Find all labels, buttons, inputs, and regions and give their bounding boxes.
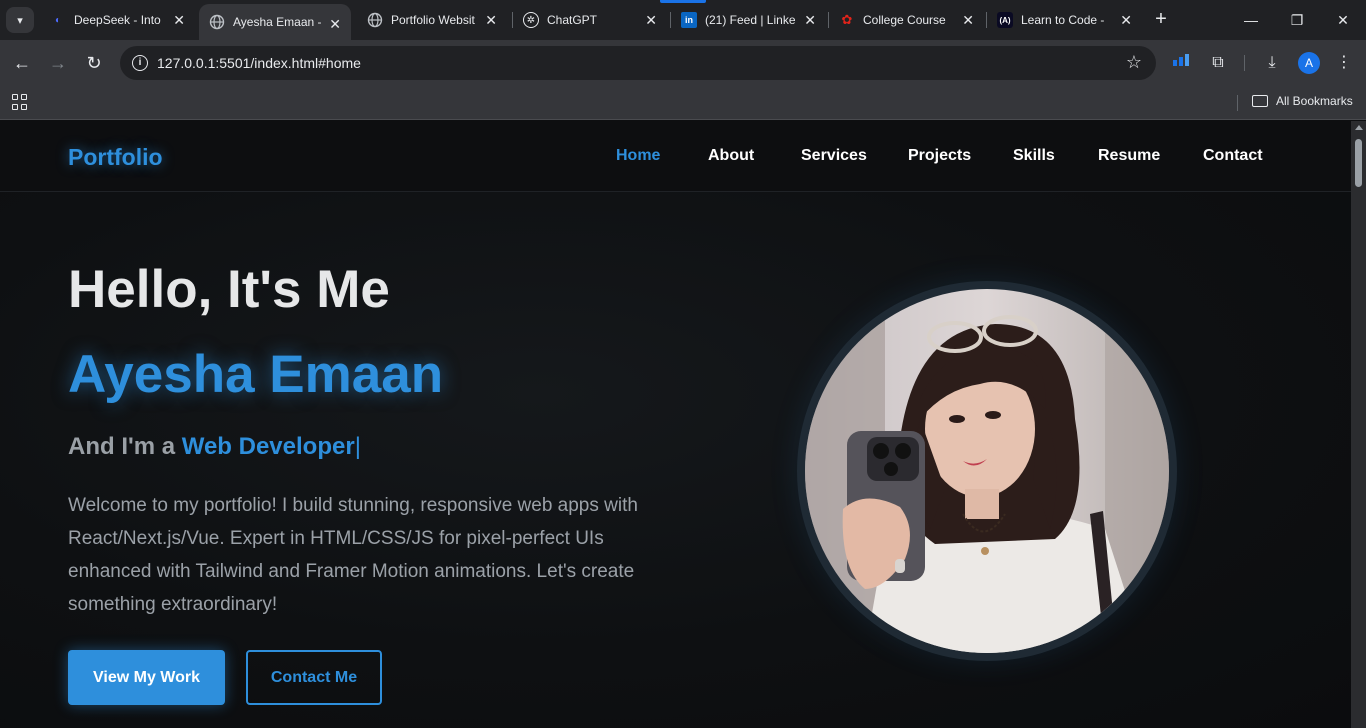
toolbar-divider — [1244, 55, 1245, 71]
close-window-icon[interactable]: ✕ — [1328, 8, 1358, 32]
extension-stats-icon[interactable] — [1171, 52, 1193, 74]
close-icon[interactable]: ✕ — [1120, 12, 1132, 29]
hero-role-line: And I'm a Web Developer| — [68, 433, 361, 461]
close-icon[interactable]: ✕ — [804, 12, 816, 29]
tab-linkedin[interactable]: in (21) Feed | Linke ✕ — [671, 0, 826, 40]
nav-projects[interactable]: Projects — [908, 147, 971, 165]
close-icon[interactable]: ✕ — [329, 16, 341, 33]
bookmarks-divider — [1237, 95, 1238, 111]
close-icon[interactable]: ✕ — [485, 12, 497, 29]
nav-skills[interactable]: Skills — [1013, 147, 1055, 165]
contact-me-button[interactable]: Contact Me — [246, 650, 382, 705]
scroll-up-arrow-icon[interactable] — [1355, 125, 1363, 130]
close-icon[interactable]: ✕ — [645, 12, 657, 29]
back-icon[interactable]: ← — [10, 51, 34, 75]
tab-chatgpt[interactable]: ✲ ChatGPT ✕ — [513, 0, 667, 40]
url-text[interactable]: 127.0.0.1:5501/index.html#home — [157, 55, 361, 71]
forward-icon[interactable]: → — [46, 51, 70, 75]
tab-ayesha-emaan[interactable]: Ayesha Emaan - ✕ — [199, 4, 351, 40]
browser-tab-bar: ▾ ◐ DeepSeek - Into ✕ Ayesha Emaan - ✕ P… — [0, 0, 1366, 40]
hero-intro: Welcome to my portfolio! I build stunnin… — [68, 495, 638, 615]
nav-about[interactable]: About — [708, 147, 754, 165]
close-icon[interactable]: ✕ — [962, 12, 974, 29]
scrollbar-thumb[interactable] — [1355, 139, 1362, 187]
globe-icon — [367, 12, 383, 28]
role-prefix: And I'm a — [68, 433, 176, 460]
hero-name: Ayesha Emaan — [68, 345, 444, 404]
download-icon[interactable]: ⤓ — [1261, 52, 1283, 74]
tab-deepseek[interactable]: ◐ DeepSeek - Into ✕ — [40, 0, 195, 40]
page-scrollbar[interactable] — [1351, 121, 1366, 728]
close-icon[interactable]: ✕ — [173, 12, 185, 29]
profile-photo-frame — [797, 281, 1177, 661]
deepseek-icon: ◐ — [54, 14, 62, 26]
tab-portfolio-website[interactable]: Portfolio Websit ✕ — [357, 0, 507, 40]
linkedin-icon: in — [681, 12, 697, 28]
nav-home[interactable]: Home — [616, 147, 660, 165]
view-my-work-button[interactable]: View My Work — [68, 650, 225, 705]
globe-icon — [209, 14, 225, 30]
huawei-icon: ✿ — [841, 12, 853, 27]
new-tab-button[interactable]: + — [1150, 8, 1172, 30]
bookmark-star-icon[interactable]: ☆ — [1126, 52, 1142, 73]
tab-search-icon[interactable]: ▾ — [6, 7, 34, 33]
all-bookmarks-button[interactable]: All Bookmarks — [1252, 94, 1353, 108]
nav-contact[interactable]: Contact — [1203, 147, 1263, 165]
address-bar[interactable]: i 127.0.0.1:5501/index.html#home ☆ — [120, 46, 1156, 80]
hero-greeting: Hello, It's Me — [68, 260, 390, 319]
apps-grid-icon[interactable] — [12, 94, 28, 110]
role-text: Web Developer — [181, 433, 355, 460]
extensions-puzzle-icon[interactable]: ⧉ — [1207, 52, 1229, 74]
minimize-icon[interactable]: — — [1236, 8, 1266, 32]
profile-photo — [805, 289, 1169, 653]
more-menu-icon[interactable]: ⋮ — [1333, 52, 1355, 74]
nav-resume[interactable]: Resume — [1098, 147, 1160, 165]
browser-toolbar: ← → ↻ i 127.0.0.1:5501/index.html#home ☆… — [0, 40, 1366, 86]
reload-icon[interactable]: ↻ — [82, 51, 106, 75]
site-logo[interactable]: Portfolio — [68, 144, 163, 171]
freecodecamp-icon: (A) — [997, 12, 1013, 28]
restore-icon[interactable]: ❐ — [1282, 8, 1312, 32]
tab-college-course[interactable]: ✿ College Course ✕ — [829, 0, 984, 40]
folder-icon — [1252, 95, 1268, 107]
tab-freecodecamp[interactable]: (A) Learn to Code - ✕ — [987, 0, 1142, 40]
site-info-icon[interactable]: i — [132, 55, 148, 71]
all-bookmarks-label: All Bookmarks — [1276, 94, 1353, 108]
typing-caret: | — [354, 433, 361, 460]
page-viewport: Portfolio Home About Services Projects S… — [0, 121, 1351, 728]
bookmarks-bar: All Bookmarks — [0, 86, 1366, 120]
chatgpt-icon: ✲ — [523, 12, 539, 28]
profile-avatar[interactable]: A — [1298, 52, 1320, 74]
nav-services[interactable]: Services — [801, 147, 867, 165]
site-header: Portfolio Home About Services Projects S… — [0, 121, 1351, 192]
